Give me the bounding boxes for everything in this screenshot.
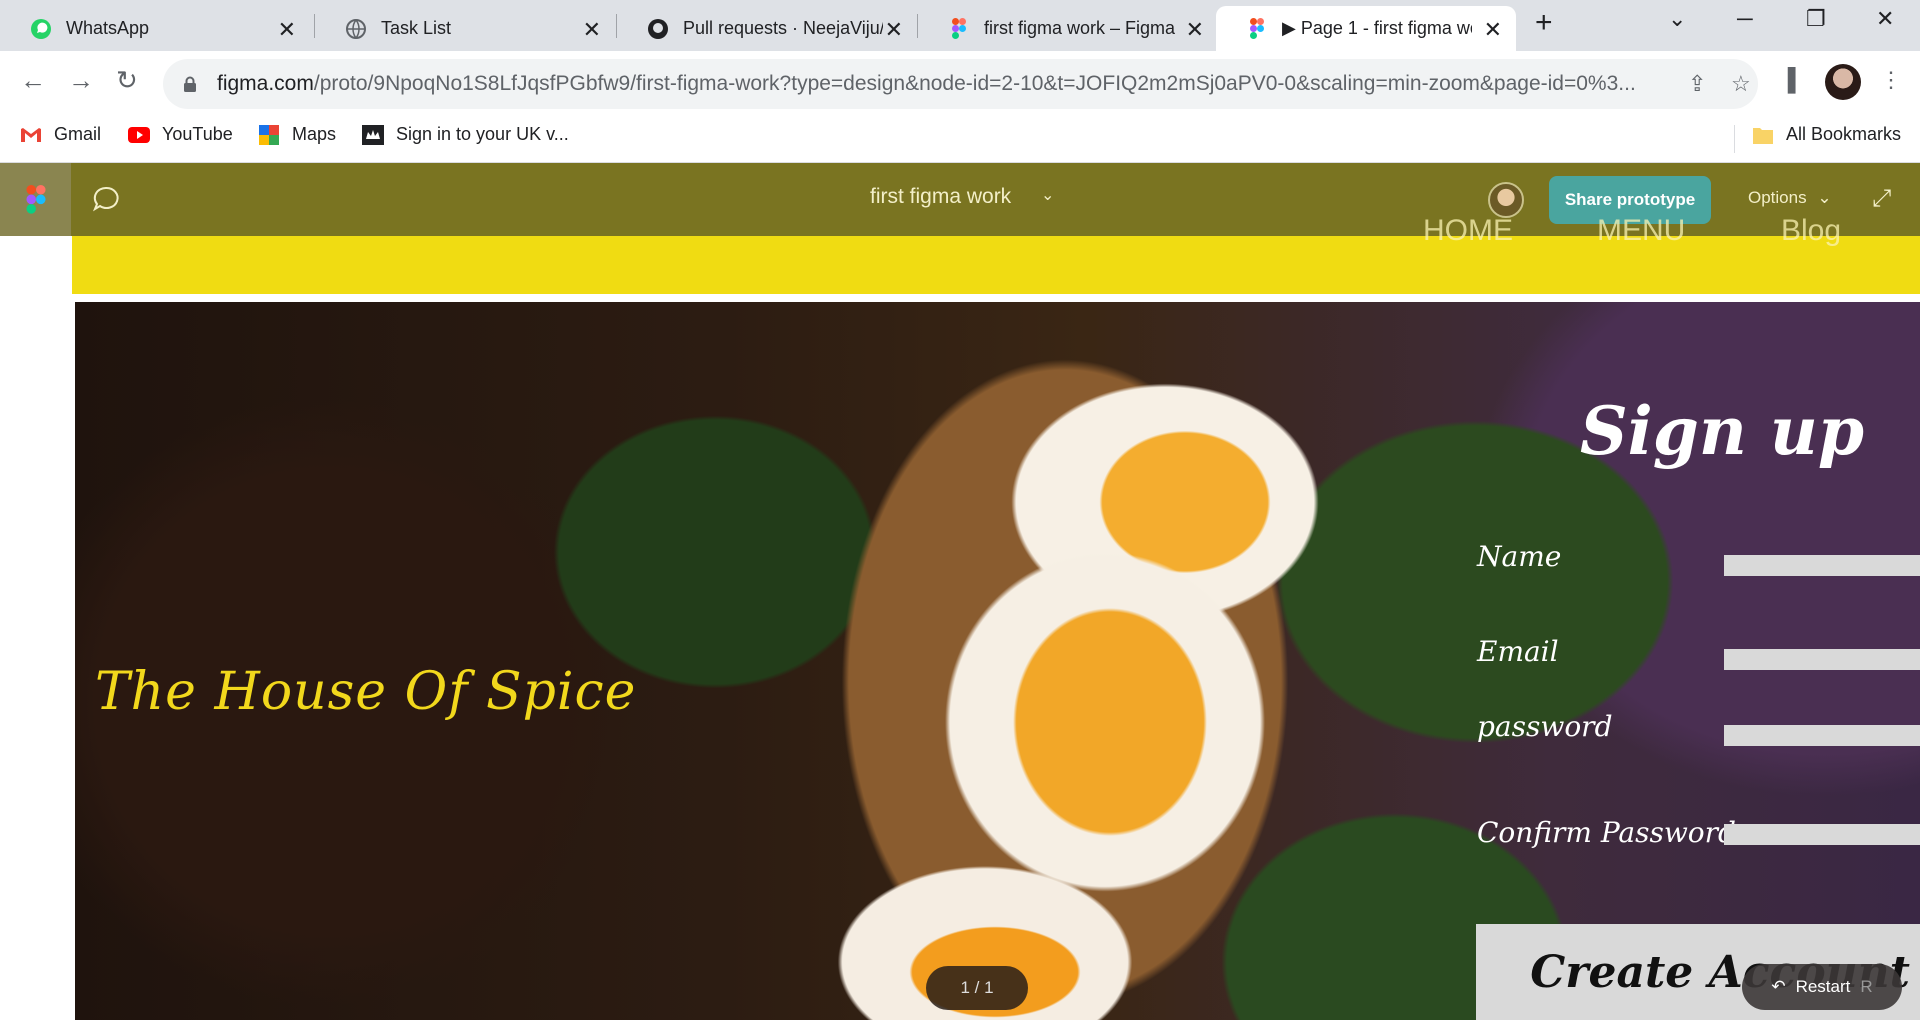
prototype-canvas: HOME MENU Blog The House Of Spice Sign u…	[0, 214, 1920, 1020]
page-indicator: 1 / 1	[926, 966, 1028, 1010]
password-field[interactable]	[1724, 725, 1920, 746]
whatsapp-icon	[30, 18, 52, 40]
tab-title: Task List	[381, 18, 452, 38]
bookmark-star-icon[interactable]: ☆	[1731, 71, 1751, 97]
restart-icon: ↶	[1771, 977, 1786, 996]
share-page-icon[interactable]: ⇪	[1688, 71, 1706, 97]
name-field[interactable]	[1724, 555, 1920, 576]
youtube-icon	[128, 125, 150, 145]
fullscreen-icon[interactable]: ⤢	[1872, 185, 1891, 213]
chevron-down-icon: ⌄	[1817, 188, 1832, 207]
tab-pull-requests[interactable]: Pull requests · NeejaViju/ ✕	[617, 6, 917, 51]
hero-title: The House Of Spice	[95, 662, 637, 722]
comment-icon[interactable]	[92, 185, 120, 218]
tab-figma-file[interactable]: first figma work – Figma ✕	[918, 6, 1218, 51]
folder-icon	[1752, 125, 1774, 145]
bookmark-label: Maps	[292, 124, 337, 144]
maps-icon	[258, 124, 280, 145]
github-icon	[647, 18, 669, 40]
bookmark-maps[interactable]: Maps	[258, 124, 336, 145]
confirm-password-field[interactable]	[1724, 824, 1920, 845]
tab-title: first figma work – Figma	[984, 18, 1176, 38]
tab-title: ▶ Page 1 - first figma wo	[1282, 18, 1472, 38]
hero-food-image: The House Of Spice Sign up Name Email pa…	[75, 302, 1920, 1020]
chevron-down-icon[interactable]: ⌄	[1041, 185, 1054, 205]
profile-avatar[interactable]	[1825, 64, 1861, 100]
tab-task-list[interactable]: Task List ✕	[315, 6, 615, 51]
options-menu-button[interactable]: Options ⌄	[1748, 188, 1832, 208]
lock-icon	[183, 76, 197, 92]
name-label: Name	[1477, 540, 1562, 573]
nav-blog[interactable]: Blog	[1781, 214, 1841, 248]
site-nav-bar: HOME MENU Blog	[72, 214, 1920, 297]
bookmark-gmail[interactable]: Gmail	[20, 124, 101, 145]
email-field[interactable]	[1724, 649, 1920, 670]
new-tab-icon[interactable]: +	[1535, 6, 1553, 40]
figma-icon	[948, 17, 970, 40]
close-window-icon[interactable]: ✕	[1876, 6, 1894, 32]
url-host: figma.com	[217, 72, 314, 95]
bookmark-youtube[interactable]: YouTube	[128, 124, 233, 145]
nav-home[interactable]: HOME	[1423, 214, 1513, 248]
user-avatar[interactable]	[1488, 182, 1524, 218]
bookmark-uk-visa[interactable]: Sign in to your UK v...	[362, 124, 569, 145]
restart-label: Restart	[1795, 977, 1851, 996]
close-tab-icon[interactable]: ✕	[885, 17, 903, 43]
restart-button[interactable]: ↶ Restart R	[1742, 964, 1902, 1010]
address-bar[interactable]: figma.com/proto/9NpoqNo1S8LfJqsfPGbfw9/f…	[163, 59, 1758, 109]
back-icon[interactable]: ←	[20, 65, 46, 96]
close-tab-icon[interactable]: ✕	[1186, 17, 1204, 43]
close-tab-icon[interactable]: ✕	[583, 17, 601, 43]
email-label: Email	[1477, 635, 1559, 668]
tab-whatsapp[interactable]: WhatsApp ✕	[0, 6, 310, 51]
file-title[interactable]: first figma work	[870, 185, 1011, 209]
options-label: Options	[1748, 188, 1807, 207]
figma-icon	[1246, 17, 1268, 40]
url-text: figma.com/proto/9NpoqNo1S8LfJqsfPGbfw9/f…	[217, 72, 1657, 96]
browser-toolbar: ← → ↻ figma.com/proto/9NpoqNo1S8LfJqsfPG…	[0, 51, 1920, 117]
gmail-icon	[20, 125, 42, 145]
more-menu-icon[interactable]: ⋮	[1880, 67, 1902, 93]
reload-icon[interactable]: ↻	[116, 65, 138, 96]
restore-icon[interactable]: ❐	[1806, 6, 1826, 32]
bookmark-label: Gmail	[54, 124, 102, 144]
close-tab-icon[interactable]: ✕	[278, 17, 296, 43]
close-tab-icon[interactable]: ✕	[1484, 17, 1502, 43]
url-path: /proto/9NpoqNo1S8LfJqsfPGbfw9/first-figm…	[313, 72, 1636, 95]
bookmarks-divider	[1734, 125, 1735, 153]
bookmarks-bar: Gmail YouTube Maps Sign in to your UK v.…	[0, 117, 1920, 163]
bookmark-label: Sign in to your UK v...	[396, 124, 569, 144]
tab-figma-prototype[interactable]: ▶ Page 1 - first figma wo ✕	[1216, 6, 1516, 51]
figma-logo-icon[interactable]	[0, 163, 71, 236]
minimize-icon[interactable]: ─	[1737, 6, 1753, 32]
forward-icon[interactable]: →	[68, 65, 94, 96]
signup-heading: Sign up	[1580, 392, 1864, 470]
crown-icon	[362, 124, 384, 145]
restart-shortcut: R	[1860, 977, 1873, 996]
bookmark-label: YouTube	[162, 124, 233, 144]
tab-title: WhatsApp	[66, 18, 150, 38]
all-bookmarks-label: All Bookmarks	[1786, 124, 1902, 144]
browser-tab-strip: WhatsApp ✕ Task List ✕ Pull requests · N…	[0, 0, 1920, 51]
tab-search-icon[interactable]: ⌄	[1668, 6, 1686, 32]
confirm-password-label: Confirm Password	[1477, 816, 1736, 849]
side-panel-icon[interactable]: ▐	[1780, 67, 1796, 93]
password-label: password	[1477, 710, 1613, 743]
all-bookmarks[interactable]: All Bookmarks	[1752, 124, 1901, 145]
globe-icon	[345, 18, 367, 40]
tab-title: Pull requests · NeejaViju/	[683, 18, 883, 38]
nav-menu[interactable]: MENU	[1597, 214, 1685, 248]
